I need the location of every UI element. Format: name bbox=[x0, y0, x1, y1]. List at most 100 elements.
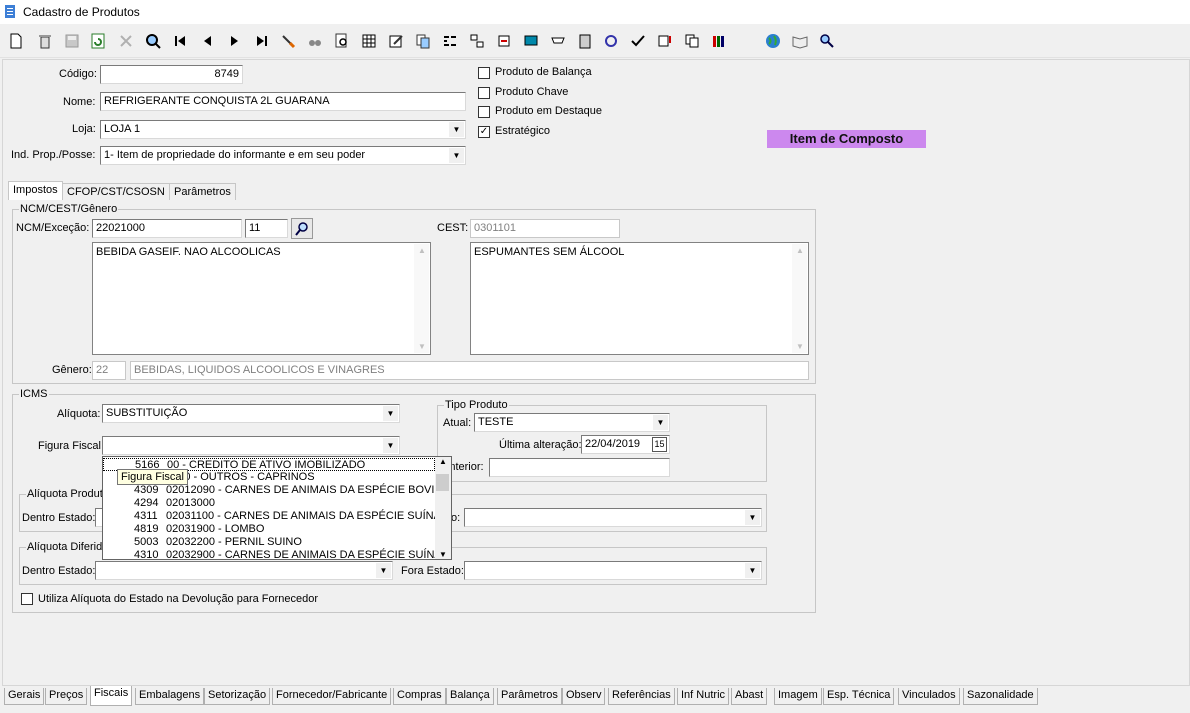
chevron-up-icon[interactable]: ▲ bbox=[418, 246, 426, 255]
loja-select[interactable]: LOJA 1 ▼ bbox=[100, 120, 466, 139]
chevron-down-icon[interactable]: ▼ bbox=[745, 563, 760, 578]
tab-balanca[interactable]: Balança bbox=[446, 688, 494, 705]
list-icon[interactable] bbox=[440, 32, 460, 50]
chevron-up-icon[interactable]: ▲ bbox=[439, 457, 447, 466]
next-record-icon[interactable] bbox=[225, 32, 245, 50]
tab-referencias[interactable]: Referências bbox=[608, 688, 675, 705]
tab-embalagens[interactable]: Embalagens bbox=[135, 688, 205, 705]
tab-compras[interactable]: Compras bbox=[393, 688, 446, 705]
preview-icon[interactable] bbox=[332, 32, 352, 50]
list-item[interactable]: 4310 02032900 - CARNES DE ANIMAIS DA ESPÉ… bbox=[103, 549, 442, 559]
nome-field[interactable]: REFRIGERANTE CONQUISTA 2L GUARANA bbox=[100, 92, 466, 111]
tab-impostos[interactable]: Impostos bbox=[8, 181, 63, 200]
genero-code-field[interactable]: 22 bbox=[92, 361, 126, 380]
tab-observ[interactable]: Observ bbox=[562, 688, 606, 705]
chevron-down-icon[interactable]: ▼ bbox=[439, 550, 447, 559]
tab-fornecedor[interactable]: Fornecedor/Fabricante bbox=[272, 688, 392, 705]
tab-vinculados[interactable]: Vinculados bbox=[898, 688, 960, 705]
last-record-icon[interactable] bbox=[252, 32, 272, 50]
figura-fiscal-select[interactable]: ▼ bbox=[102, 436, 400, 455]
save-icon[interactable] bbox=[62, 32, 82, 50]
list-item[interactable]: 4294 02013000 bbox=[103, 497, 435, 510]
cest-description[interactable]: ESPUMANTES SEM ÁLCOOL ▲ ▼ bbox=[470, 242, 809, 355]
stamp-icon[interactable] bbox=[548, 32, 568, 50]
zoom-icon[interactable] bbox=[817, 32, 837, 50]
globe-icon[interactable] bbox=[763, 32, 783, 50]
ncm-description[interactable]: BEBIDA GASEIF. NAO ALCOOLICAS ▲ ▼ bbox=[92, 242, 431, 355]
tab-precos[interactable]: Preços bbox=[45, 688, 88, 705]
duplicate-icon[interactable] bbox=[682, 32, 702, 50]
chevron-down-icon[interactable]: ▼ bbox=[449, 122, 464, 137]
filter-icon[interactable] bbox=[278, 32, 298, 50]
delete-icon[interactable] bbox=[35, 32, 55, 50]
previous-record-icon[interactable] bbox=[197, 32, 217, 50]
list-item[interactable]: 5003 02032200 - PERNIL SUINO bbox=[103, 536, 435, 549]
excecao-field[interactable]: 11 bbox=[245, 219, 288, 238]
grid-icon[interactable] bbox=[359, 32, 379, 50]
tab-fiscais[interactable]: Fiscais bbox=[90, 686, 133, 706]
aliquota-select[interactable]: SUBSTITUIÇÃO ▼ bbox=[102, 404, 400, 423]
scrollbar-thumb[interactable] bbox=[436, 474, 449, 491]
tab-parametros[interactable]: Parâmetros bbox=[169, 183, 236, 200]
copy-icon[interactable] bbox=[413, 32, 433, 50]
atual-select[interactable]: TESTE ▼ bbox=[474, 413, 670, 432]
chevron-down-icon[interactable]: ▼ bbox=[383, 438, 398, 453]
search-icon[interactable] bbox=[143, 32, 163, 50]
tab-inf-nutric[interactable]: Inf Nutric bbox=[677, 688, 730, 705]
tab-sazonalidade[interactable]: Sazonalidade bbox=[963, 688, 1038, 705]
aliquota-diferida-dentro-select[interactable]: ▼ bbox=[95, 561, 393, 580]
chevron-down-icon[interactable]: ▼ bbox=[418, 342, 426, 351]
cest-field[interactable]: 0301101 bbox=[470, 219, 620, 238]
tab-imagem[interactable]: Imagem bbox=[774, 688, 822, 705]
alert-icon[interactable] bbox=[655, 32, 675, 50]
anterior-field[interactable] bbox=[489, 458, 670, 477]
binoculars-icon[interactable] bbox=[305, 32, 325, 50]
transfer-icon[interactable] bbox=[467, 32, 487, 50]
aliquota-produto-fora-select[interactable]: ▼ bbox=[464, 508, 762, 527]
chevron-up-icon[interactable]: ▲ bbox=[796, 246, 804, 255]
tab-cfop[interactable]: CFOP/CST/CSOSN bbox=[62, 183, 170, 200]
chevron-down-icon[interactable]: ▼ bbox=[376, 563, 391, 578]
list-item[interactable]: 4309 02012090 - CARNES DE ANIMAIS DA ESPÉ… bbox=[103, 484, 450, 497]
list-item[interactable]: 4819 02031900 - LOMBO bbox=[103, 523, 435, 536]
genero-description-field[interactable]: BEBIDAS, LIQUIDOS ALCOOLICOS E VINAGRES bbox=[130, 361, 809, 380]
cancel-icon[interactable] bbox=[116, 32, 136, 50]
aliquota-diferida-fora-select[interactable]: ▼ bbox=[464, 561, 762, 580]
figura-fiscal-label: Figura Fiscal: bbox=[38, 440, 105, 452]
link-icon[interactable] bbox=[494, 32, 514, 50]
codigo-field[interactable]: 8749 bbox=[100, 65, 243, 84]
tab-gerais[interactable]: Gerais bbox=[4, 688, 45, 705]
produto-balanca-checkbox[interactable] bbox=[478, 67, 490, 79]
chevron-down-icon[interactable]: ▼ bbox=[796, 342, 804, 351]
chevron-down-icon[interactable]: ▼ bbox=[449, 148, 464, 163]
monitor-icon[interactable] bbox=[521, 32, 541, 50]
first-record-icon[interactable] bbox=[170, 32, 190, 50]
utiliza-aliquota-checkbox[interactable] bbox=[21, 593, 33, 605]
list-item[interactable]: 4311 02031100 - CARNES DE ANIMAIS DA ESPÉ… bbox=[103, 510, 441, 523]
scrollbar[interactable]: ▲ ▼ bbox=[414, 244, 429, 353]
new-icon[interactable] bbox=[6, 32, 26, 50]
chevron-down-icon[interactable]: ▼ bbox=[745, 510, 760, 525]
ind-prop-select[interactable]: 1- Item de propriedade do informante e e… bbox=[100, 146, 466, 165]
sync-icon[interactable] bbox=[601, 32, 621, 50]
chevron-down-icon[interactable]: ▼ bbox=[653, 415, 668, 430]
estrategico-checkbox[interactable]: ✓ bbox=[478, 126, 490, 138]
ncm-search-button[interactable] bbox=[291, 218, 313, 239]
edit-icon[interactable] bbox=[386, 32, 406, 50]
produto-chave-checkbox[interactable] bbox=[478, 87, 490, 99]
clipboard-icon[interactable] bbox=[575, 32, 595, 50]
produto-destaque-checkbox[interactable] bbox=[478, 106, 490, 118]
books-icon[interactable] bbox=[709, 32, 729, 50]
calendar-icon[interactable]: 15 bbox=[652, 437, 667, 452]
chevron-down-icon[interactable]: ▼ bbox=[383, 406, 398, 421]
scrollbar[interactable]: ▲ ▼ bbox=[792, 244, 807, 353]
tab-parametros-bottom[interactable]: Parâmetros bbox=[497, 688, 562, 705]
check-icon[interactable] bbox=[628, 32, 648, 50]
tab-esp-tecnica[interactable]: Esp. Técnica bbox=[823, 688, 895, 705]
refresh-icon[interactable] bbox=[88, 32, 108, 50]
tab-setorizacao[interactable]: Setorização bbox=[204, 688, 271, 705]
scrollbar[interactable]: ▲ ▼ bbox=[435, 457, 451, 559]
ncm-field[interactable]: 22021000 bbox=[92, 219, 242, 238]
book-icon[interactable] bbox=[790, 32, 810, 50]
tab-abast[interactable]: Abast bbox=[731, 688, 768, 705]
